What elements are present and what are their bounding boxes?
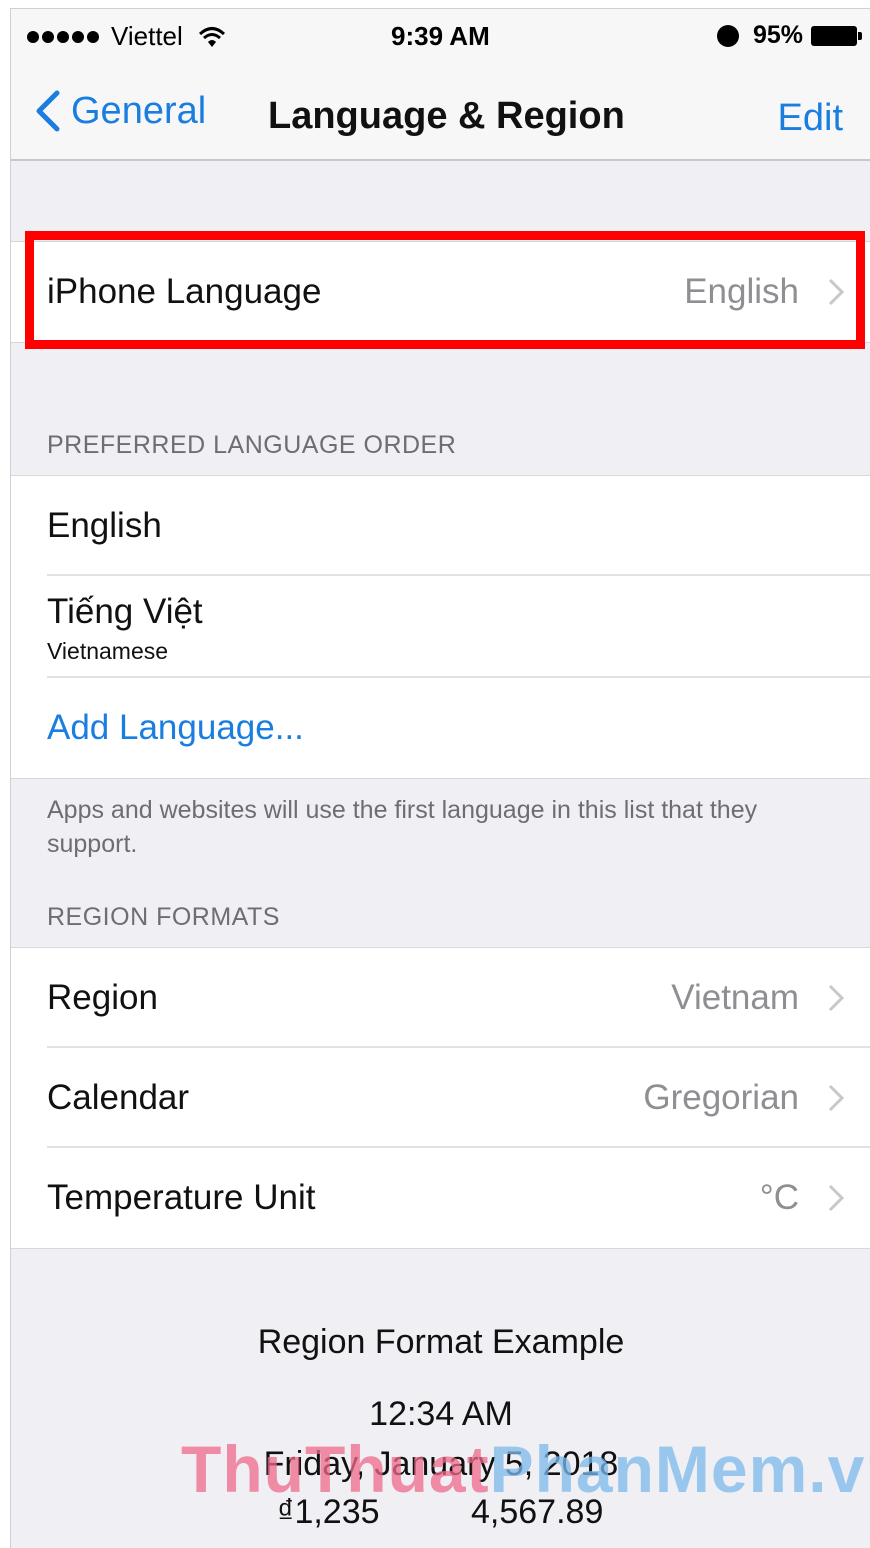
temperature-unit-row[interactable]: Temperature Unit °C — [11, 1148, 870, 1248]
region-formats-header: REGION FORMATS — [47, 903, 280, 931]
edit-button[interactable]: Edit — [778, 97, 843, 140]
battery-icon — [811, 25, 862, 46]
calendar-label: Calendar — [47, 1078, 190, 1117]
iphone-language-row[interactable]: iPhone Language English — [11, 242, 870, 342]
calendar-row[interactable]: Calendar Gregorian — [11, 1048, 870, 1148]
temperature-unit-value: °C — [759, 1178, 799, 1217]
region-formats-group: Region Vietnam Calendar Gregorian Temper… — [11, 947, 870, 1249]
chevron-right-icon — [828, 984, 845, 1012]
chevron-right-icon — [828, 1084, 845, 1112]
watermark-part2: PhanMem.vn — [489, 1432, 870, 1506]
back-button[interactable]: General — [31, 89, 206, 133]
signal-dots-icon — [27, 30, 99, 43]
language-name: English — [47, 506, 162, 545]
page-title: Language & Region — [268, 95, 625, 137]
battery-percent: 95% — [752, 21, 803, 49]
example-title: Region Format Example — [257, 1323, 625, 1361]
language-row-vietnamese[interactable]: Tiếng Việt Vietnamese — [11, 576, 870, 678]
preferred-language-footer: Apps and websites will use the first lan… — [47, 796, 758, 858]
watermark-part1: ThuThuat — [181, 1432, 490, 1506]
status-time: 9:39 AM — [391, 21, 490, 51]
wifi-icon — [198, 26, 225, 47]
status-right: 95% — [716, 21, 862, 50]
iphone-language-group: iPhone Language English — [11, 241, 870, 343]
add-language-button[interactable]: Add Language... — [47, 708, 304, 748]
chevron-right-icon — [828, 278, 845, 306]
iphone-language-label: iPhone Language — [47, 272, 322, 311]
example-time: 12:34 AM — [369, 1395, 513, 1433]
temperature-unit-label: Temperature Unit — [47, 1178, 316, 1217]
carrier-name: Viettel — [111, 21, 183, 51]
preferred-language-header: PREFERRED LANGUAGE ORDER — [47, 431, 457, 459]
back-label: General — [71, 89, 207, 132]
region-row[interactable]: Region Vietnam — [11, 948, 870, 1048]
language-subtitle: Vietnamese — [47, 638, 169, 664]
screen: Viettel 9:39 AM 95% General Language & R… — [10, 8, 870, 1548]
chevron-right-icon — [828, 1184, 845, 1212]
language-row-english[interactable]: English — [11, 476, 870, 576]
language-name: Tiếng Việt — [47, 592, 203, 631]
iphone-language-value: English — [684, 272, 799, 311]
region-label: Region — [47, 978, 158, 1017]
alarm-icon — [716, 24, 739, 47]
preferred-language-group: English Tiếng Việt Vietnamese Add Langua… — [11, 475, 870, 779]
navigation-bar: General Language & Region Edit — [11, 67, 870, 161]
watermark-logo: ThuThuatPhanMem.vn — [181, 1431, 870, 1507]
status-left: Viettel — [27, 21, 225, 52]
status-bar: Viettel 9:39 AM 95% — [11, 9, 870, 67]
calendar-value: Gregorian — [643, 1078, 799, 1117]
add-language-row[interactable]: Add Language... — [11, 678, 870, 778]
chevron-left-icon — [36, 90, 60, 132]
region-value: Vietnam — [671, 978, 799, 1017]
